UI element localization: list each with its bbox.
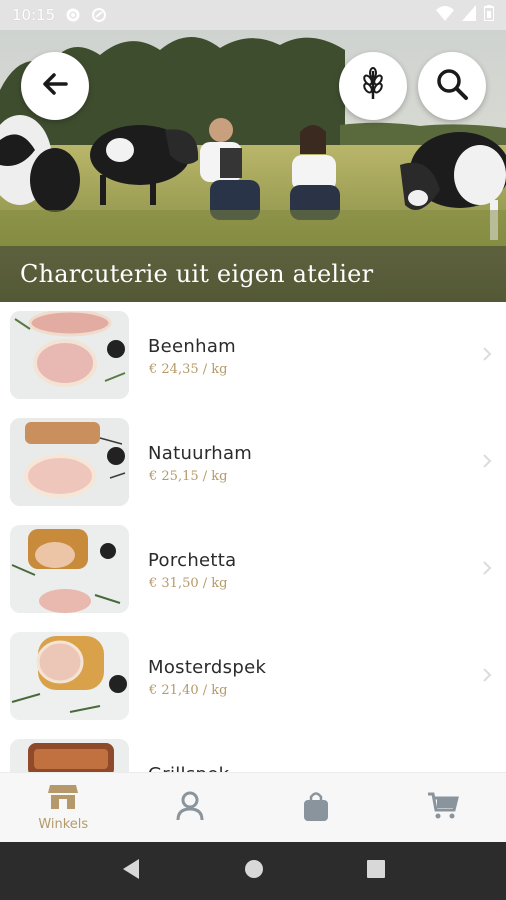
list-item[interactable]: Beenham € 24,35 / kg — [0, 302, 506, 408]
product-name: Beenham — [148, 336, 236, 357]
chevron-right-icon — [482, 667, 492, 687]
chevron-right-icon — [482, 453, 492, 473]
tab-cart[interactable] — [380, 773, 506, 842]
allergen-filter-button[interactable] — [339, 52, 407, 120]
status-bar: 10:15 — [0, 0, 506, 30]
bottom-navigation: Winkels — [0, 772, 506, 842]
product-name: Mosterdspek — [148, 657, 267, 678]
battery-icon — [483, 5, 495, 25]
tab-shops-label: Winkels — [38, 817, 89, 832]
list-item[interactable]: Porchetta € 31,50 / kg — [0, 516, 506, 622]
wifi-icon — [436, 5, 454, 25]
system-navigation-bar — [0, 842, 506, 900]
wheat-icon — [358, 67, 388, 105]
product-name: Natuurham — [148, 443, 253, 464]
home-circle-icon[interactable] — [244, 859, 264, 883]
chevron-right-icon — [482, 560, 492, 580]
product-price: € 24,35 / kg — [149, 362, 228, 377]
product-name: Grillspek — [148, 764, 229, 772]
product-image — [10, 525, 129, 613]
search-button[interactable] — [418, 52, 486, 120]
product-image — [10, 632, 129, 720]
back-triangle-icon[interactable] — [121, 858, 141, 884]
store-icon — [48, 783, 79, 813]
back-button[interactable] — [21, 52, 89, 120]
product-image — [10, 739, 129, 772]
list-item[interactable]: Natuurham € 25,15 / kg — [0, 409, 506, 515]
settings-icon — [65, 7, 81, 23]
signal-icon — [462, 5, 476, 25]
data-saver-icon — [91, 7, 107, 23]
product-price: € 25,15 / kg — [149, 469, 228, 484]
product-name: Porchetta — [148, 550, 237, 571]
arrow-left-icon — [40, 69, 70, 103]
cart-icon — [427, 792, 459, 824]
list-item[interactable]: Mosterdspek € 21,40 / kg — [0, 623, 506, 729]
search-icon — [435, 67, 469, 105]
product-image — [10, 418, 129, 506]
tab-account[interactable] — [127, 773, 254, 842]
page-title: Charcuterie uit eigen atelier — [20, 260, 374, 288]
status-time: 10:15 — [12, 6, 56, 24]
person-icon — [176, 791, 204, 825]
recents-square-icon[interactable] — [366, 860, 385, 882]
product-list[interactable]: Beenham € 24,35 / kg Natuurham € 25,15 /… — [0, 302, 506, 772]
shopping-bag-icon — [303, 791, 329, 825]
tab-shops[interactable]: Winkels — [0, 773, 127, 842]
product-price: € 31,50 / kg — [149, 576, 228, 591]
product-price: € 21,40 / kg — [149, 683, 228, 698]
product-image — [10, 311, 129, 399]
tab-bag[interactable] — [253, 773, 380, 842]
chevron-right-icon — [482, 346, 492, 366]
list-item[interactable]: Grillspek — [0, 730, 506, 772]
hero-banner: Charcuterie uit eigen atelier — [0, 30, 506, 302]
